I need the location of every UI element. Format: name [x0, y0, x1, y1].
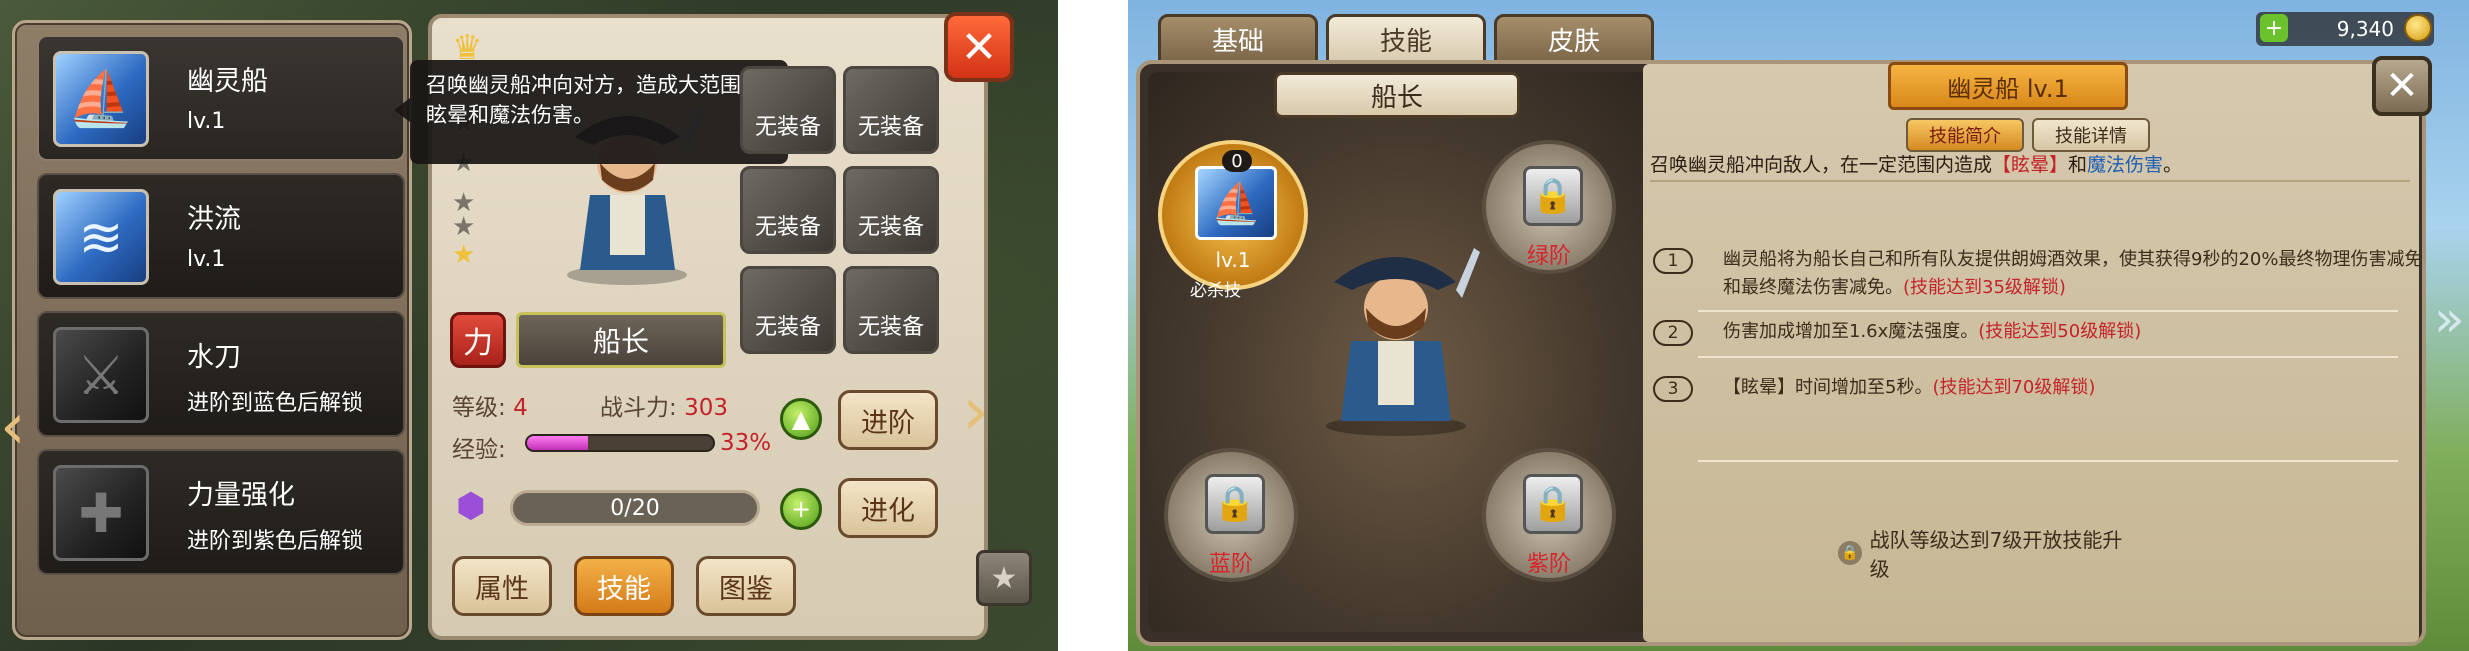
- skill-level: lv.1: [1215, 248, 1251, 272]
- prev-arrow-icon[interactable]: ‹: [0, 390, 26, 464]
- add-gem-plus-icon[interactable]: +: [780, 488, 822, 530]
- slot-label: 蓝阶: [1208, 552, 1253, 577]
- skill-name: 幽灵船: [187, 66, 268, 97]
- equip-slot[interactable]: 无装备: [843, 66, 939, 154]
- skill-list-panel: ⛵ 幽灵船 lv.1 ≋ 洪流 lv.1 ⚔ 水刀 进阶到蓝色后解锁 ✚ 力量强…: [12, 20, 412, 640]
- ultimate-tag: 必杀技: [1190, 281, 1241, 301]
- strength-attribute-badge: 力: [450, 312, 506, 368]
- tab-skill-summary[interactable]: 技能简介: [1906, 118, 2024, 152]
- power-label: 战斗力: 303: [600, 395, 728, 421]
- skill-unlock-condition: 进阶到蓝色后解锁: [187, 391, 364, 416]
- tab-skills[interactable]: 技能: [1326, 14, 1486, 64]
- equip-slot[interactable]: 无装备: [740, 266, 836, 354]
- skill-description: 召唤幽灵船冲向敌人，在一定范围内造成【眩晕】和魔法伤害。: [1650, 154, 2183, 176]
- star-icon: ★: [452, 212, 476, 242]
- skill-title: 幽灵船 lv.1: [1888, 62, 2128, 110]
- hero-detail-screen-right: 基础 技能 皮肤 9,340 + 船长 ⛵ 0 lv.1 必杀技 🔒 绿阶 🔒 …: [1128, 0, 2469, 651]
- skill-name: 洪流: [187, 204, 241, 235]
- skill-badge: 0: [1222, 150, 1252, 172]
- attributes-button[interactable]: 属性: [452, 556, 552, 616]
- equip-slot[interactable]: 无装备: [843, 166, 939, 254]
- lock-icon: 🔒: [1838, 541, 1862, 565]
- skill-tooltip: 召唤幽灵船冲向对方，造成大范围的眩晕和魔法伤害。: [394, 60, 788, 164]
- skill-slot-active[interactable]: ⛵ 0 lv.1: [1158, 140, 1308, 290]
- add-coins-plus-icon[interactable]: +: [2260, 14, 2288, 42]
- torrent-icon: ≋: [53, 189, 149, 285]
- ghost-ship-icon: ⛵: [1195, 166, 1277, 240]
- skill-slot-blue-locked[interactable]: 🔒 蓝阶: [1164, 448, 1298, 582]
- level-label: 等级: 4: [452, 395, 528, 421]
- purple-gem-icon: ⬢: [456, 486, 486, 526]
- hero-name: 船长: [1274, 72, 1520, 118]
- lock-icon: 🔒: [1523, 166, 1583, 226]
- star-icon-filled: ★: [452, 240, 476, 270]
- hero-detail-screen-left: ⛵ 幽灵船 lv.1 ≋ 洪流 lv.1 ⚔ 水刀 进阶到蓝色后解锁 ✚ 力量强…: [0, 0, 1058, 651]
- slot-label: 绿阶: [1526, 244, 1571, 269]
- ghost-ship-icon: ⛵: [53, 51, 149, 147]
- upgrade-lock-note: 🔒 战队等级达到7级开放技能升级: [1838, 528, 2138, 581]
- skill-slot-green-locked[interactable]: 🔒 绿阶: [1482, 140, 1616, 274]
- skill-effect-row: 1 幽灵船将为船长自己和所有队友提供朗姆酒效果，使其获得9秒的20%最终物理伤害…: [1653, 246, 2422, 306]
- tab-basic[interactable]: 基础: [1158, 14, 1318, 64]
- skills-button[interactable]: 技能: [574, 556, 674, 616]
- power-value: 303: [684, 395, 728, 421]
- skill-unlock-condition: 进阶到紫色后解锁: [187, 529, 364, 554]
- skill-row-water-blade[interactable]: ⚔ 水刀 进阶到蓝色后解锁: [37, 311, 405, 437]
- effect-number: 2: [1653, 320, 1693, 346]
- evolve-button[interactable]: 进化: [838, 478, 938, 538]
- effect-number: 1: [1653, 248, 1693, 274]
- divider: [1698, 310, 2398, 312]
- effect-number: 3: [1653, 376, 1693, 402]
- strength-boost-icon: ✚: [53, 465, 149, 561]
- equip-slot[interactable]: 无装备: [740, 66, 836, 154]
- skill-row-ghost-ship[interactable]: ⛵ 幽灵船 lv.1: [37, 35, 405, 161]
- skill-row-torrent[interactable]: ≋ 洪流 lv.1: [37, 173, 405, 299]
- level-value: 4: [513, 395, 528, 421]
- skill-effect-row: 2 伤害加成增加至1.6x魔法强度。(技能达到50级解锁): [1653, 318, 2413, 348]
- lock-icon: 🔒: [1523, 474, 1583, 534]
- close-icon[interactable]: ✕: [2372, 56, 2432, 116]
- equip-slot[interactable]: 无装备: [740, 166, 836, 254]
- skill-effect-row: 3 【眩晕】时间增加至5秒。(技能达到70级解锁): [1653, 374, 2413, 404]
- tab-skins[interactable]: 皮肤: [1494, 14, 1654, 64]
- water-blade-icon: ⚔: [53, 327, 149, 423]
- level-up-arrow-icon[interactable]: ▲: [780, 398, 822, 440]
- codex-button[interactable]: 图鉴: [696, 556, 796, 616]
- close-icon[interactable]: ✕: [944, 12, 1014, 82]
- skill-name: 水刀: [187, 342, 241, 373]
- equip-slot[interactable]: 无装备: [843, 266, 939, 354]
- exp-progress-bar: [525, 434, 715, 452]
- advance-button[interactable]: 进阶: [838, 390, 938, 450]
- star-icon[interactable]: ★: [976, 550, 1032, 606]
- coin-icon: [2404, 14, 2432, 42]
- exp-label: 经验:: [452, 437, 506, 463]
- exp-percent: 33%: [720, 430, 772, 456]
- tab-skill-details[interactable]: 技能详情: [2032, 118, 2150, 152]
- divider: [1698, 460, 2398, 462]
- captain-hero-figure: [1326, 248, 1480, 436]
- slot-label: 紫阶: [1526, 552, 1571, 577]
- skill-row-strength-boost[interactable]: ✚ 力量强化 进阶到紫色后解锁: [37, 449, 405, 575]
- divider: [1650, 180, 2410, 182]
- lock-icon: 🔒: [1205, 474, 1265, 534]
- hero-name: 船长: [516, 312, 726, 368]
- skill-name: 力量强化: [187, 480, 295, 511]
- skill-level: lv.1: [187, 109, 226, 134]
- divider: [1698, 356, 2398, 358]
- gem-progress: 0/20: [510, 490, 760, 526]
- next-arrow-icon[interactable]: ›: [962, 372, 989, 451]
- skill-level: lv.1: [187, 247, 226, 272]
- next-arrow-icon[interactable]: »: [2434, 290, 2465, 348]
- skill-slot-purple-locked[interactable]: 🔒 紫阶: [1482, 448, 1616, 582]
